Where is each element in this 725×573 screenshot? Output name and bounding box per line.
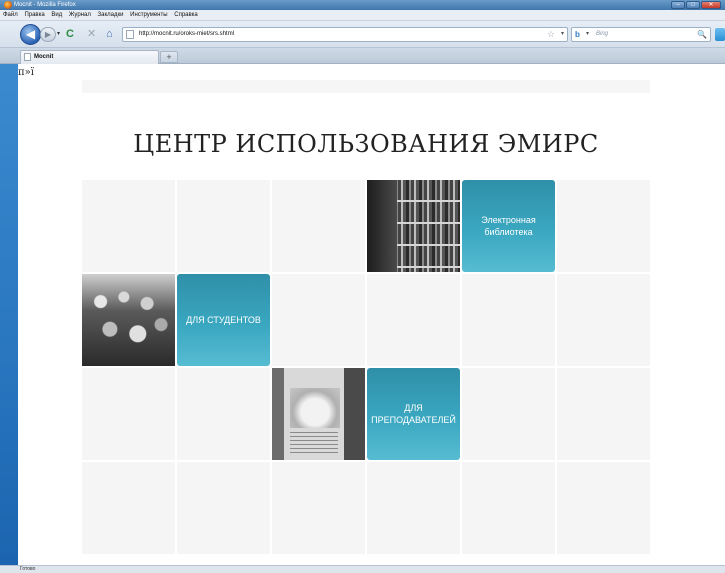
tab-page-icon <box>24 53 31 61</box>
menu-bookmarks[interactable]: Закладки <box>98 12 124 18</box>
grid-cell <box>557 180 650 272</box>
maximize-button[interactable]: □ <box>686 1 700 9</box>
search-icon[interactable]: 🔍 <box>697 28 707 41</box>
menu-file[interactable]: Файл <box>3 12 18 18</box>
reload-icon[interactable]: C <box>66 28 74 40</box>
back-button[interactable]: ◀ <box>20 24 41 45</box>
window-title: Мосnit - Mozilla Firefox <box>14 2 76 8</box>
grid-cell <box>557 368 650 460</box>
grid-cell <box>557 462 650 554</box>
menu-help[interactable]: Справка <box>174 12 198 18</box>
page-content: п»ї ЦЕНТР ИСПОЛЬЗОВАНИЯ ЭМИРС Электронна… <box>18 64 725 565</box>
tile-grid: Электронная библиотека ДЛЯ СТУДЕНТОВ ДЛЯ… <box>82 180 650 565</box>
navigation-toolbar: ◀ ▶ ▾ C ✕ ⌂ http://mocnit.ru/oroks-miet/… <box>0 21 725 48</box>
new-tab-button[interactable]: + <box>160 51 178 63</box>
stray-bom-text: п»ї <box>18 67 34 78</box>
top-band <box>82 80 650 93</box>
students-photo[interactable] <box>82 274 175 366</box>
minimize-button[interactable]: ‒ <box>671 1 685 9</box>
grid-cell <box>367 462 460 554</box>
bing-icon[interactable]: b <box>575 30 585 39</box>
window-controls: ‒ □ ✕ <box>670 1 721 9</box>
menu-tools[interactable]: Инструменты <box>130 12 167 18</box>
students-tile[interactable]: ДЛЯ СТУДЕНТОВ <box>177 274 270 366</box>
menu-bar: Файл Правка Вид Журнал Закладки Инструме… <box>0 10 725 21</box>
grid-cell <box>462 462 555 554</box>
grid-cell <box>272 274 365 366</box>
menu-history[interactable]: Журнал <box>69 12 91 18</box>
browser-window: Мосnit - Mozilla Firefox ‒ □ ✕ Файл Прав… <box>0 0 725 573</box>
history-dropdown-icon[interactable]: ▾ <box>57 30 60 37</box>
grid-cell <box>82 368 175 460</box>
menu-edit[interactable]: Правка <box>24 12 44 18</box>
addon-icon[interactable] <box>715 28 725 41</box>
grid-cell <box>272 180 365 272</box>
library-tile[interactable]: Электронная библиотека <box>462 180 555 272</box>
grid-cell <box>462 368 555 460</box>
status-bar: Готово <box>0 565 725 573</box>
grid-cell <box>367 274 460 366</box>
search-engine-dropdown-icon[interactable]: ▾ <box>586 28 589 41</box>
url-bar[interactable]: http://mocnit.ru/oroks-miet/srs.shtml ☆ … <box>122 27 568 42</box>
teachers-tile-label: ДЛЯ ПРЕПОДАВАТЕЛЕЙ <box>371 403 456 425</box>
firefox-icon <box>4 1 12 9</box>
teachers-tile[interactable]: ДЛЯ ПРЕПОДАВАТЕЛЕЙ <box>367 368 460 460</box>
url-text[interactable]: http://mocnit.ru/oroks-miet/srs.shtml <box>139 31 234 37</box>
stop-icon[interactable]: ✕ <box>87 28 96 40</box>
grid-cell <box>82 462 175 554</box>
library-tile-label: Электронная библиотека <box>481 215 536 237</box>
grid-cell <box>177 180 270 272</box>
bookmark-star-icon[interactable]: ☆ <box>547 28 555 41</box>
url-dropdown-icon[interactable]: ▾ <box>561 28 564 41</box>
close-button[interactable]: ✕ <box>701 1 721 9</box>
grid-cell <box>177 462 270 554</box>
teachers-photo[interactable] <box>272 368 365 460</box>
tab-strip: Mocnit + <box>0 48 725 64</box>
library-photo[interactable] <box>367 180 460 272</box>
home-icon[interactable]: ⌂ <box>106 28 113 40</box>
grid-cell <box>177 368 270 460</box>
title-bar: Мосnit - Mozilla Firefox ‒ □ ✕ <box>0 0 725 10</box>
search-placeholder: Bing <box>596 31 609 37</box>
grid-cell <box>272 462 365 554</box>
tab-label: Mocnit <box>34 54 54 60</box>
grid-cell <box>82 180 175 272</box>
search-input[interactable]: b ▾ Bing 🔍 <box>571 27 711 42</box>
menu-view[interactable]: Вид <box>51 12 62 18</box>
tab-mocnit[interactable]: Mocnit <box>20 50 159 64</box>
grid-cell <box>462 274 555 366</box>
students-tile-label: ДЛЯ СТУДЕНТОВ <box>186 315 261 325</box>
page-icon <box>126 30 134 39</box>
grid-cell <box>557 274 650 366</box>
page-title: ЦЕНТР ИСПОЛЬЗОВАНИЯ ЭМИРС <box>133 130 599 158</box>
forward-button[interactable]: ▶ <box>40 27 56 42</box>
status-text: Готово <box>20 566 36 572</box>
